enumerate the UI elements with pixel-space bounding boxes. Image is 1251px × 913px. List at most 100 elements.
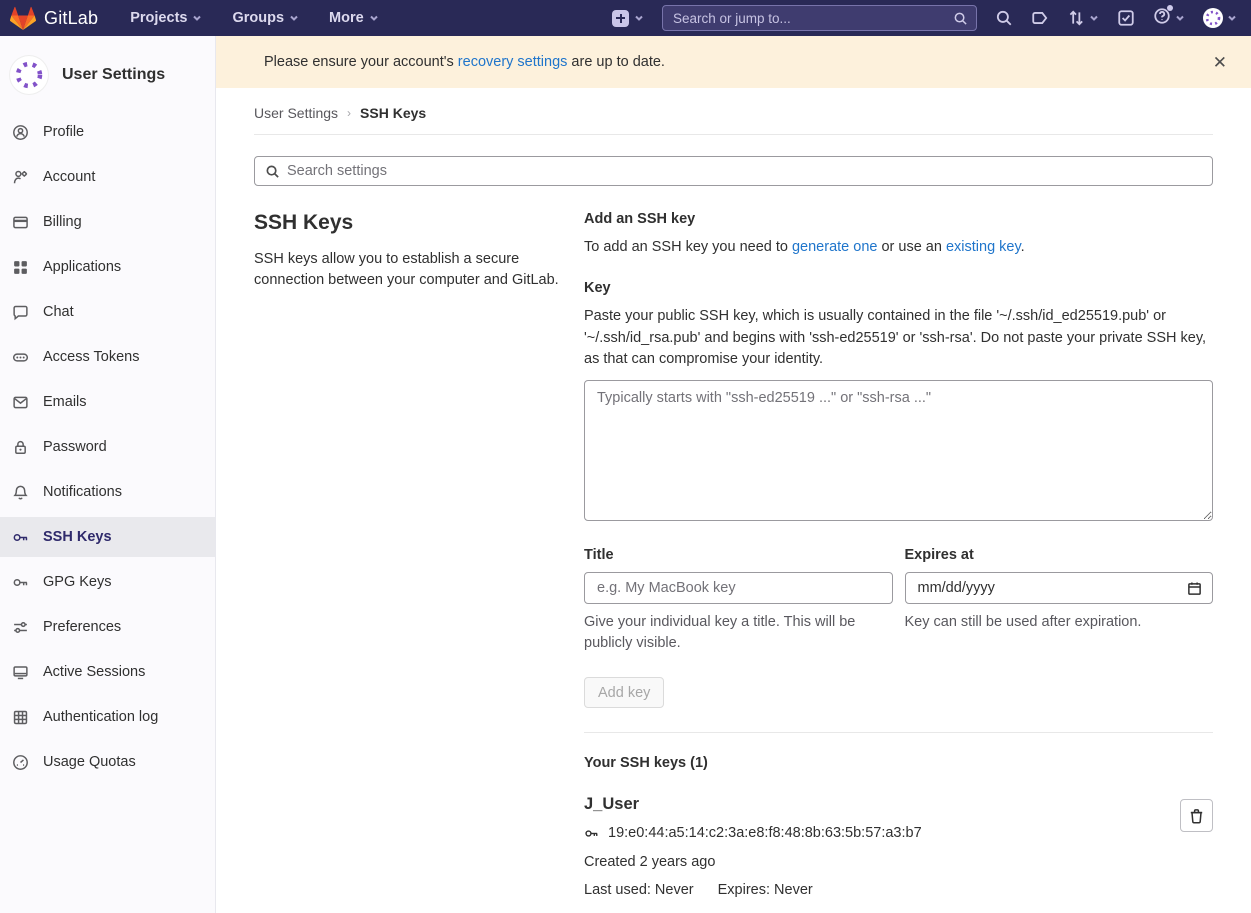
title-field-label: Title	[584, 547, 893, 563]
tanuki-icon	[10, 6, 36, 31]
chevron-right-icon: ›	[347, 106, 351, 120]
sidebar-item-applications[interactable]: Applications	[0, 247, 215, 287]
merge-request-icon	[1067, 9, 1085, 27]
ssh-key-expires: Expires: Never	[718, 882, 813, 898]
menu-more[interactable]: More	[329, 10, 379, 26]
breadcrumb-user-settings[interactable]: User Settings	[254, 105, 338, 121]
sidebar-item-preferences[interactable]: Preferences	[0, 607, 215, 647]
generate-one-link[interactable]: generate one	[792, 239, 877, 255]
menu-groups[interactable]: Groups	[232, 10, 299, 26]
ssh-key-created: Created 2 years ago	[584, 854, 1157, 870]
search-icon[interactable]	[995, 9, 1013, 27]
title-input[interactable]	[584, 572, 893, 604]
sidebar-item-active-sessions[interactable]: Active Sessions	[0, 652, 215, 692]
breadcrumb: User Settings › SSH Keys	[254, 88, 1213, 135]
expires-field-help: Key can still be used after expiration.	[905, 612, 1214, 633]
breadcrumb-current: SSH Keys	[360, 105, 426, 121]
sidebar-item-chat[interactable]: Chat	[0, 292, 215, 332]
avatar	[1203, 8, 1223, 28]
chevron-down-icon	[1089, 13, 1099, 23]
key-field-help: Paste your public SSH key, which is usua…	[584, 306, 1213, 371]
recovery-alert: Please ensure your account's recovery se…	[216, 36, 1251, 88]
divider	[584, 732, 1213, 733]
global-search[interactable]	[662, 5, 977, 31]
expires-date-input[interactable]: mm/dd/yyyy	[905, 572, 1214, 604]
alert-text: Please ensure your account's recovery se…	[264, 54, 665, 70]
chevron-down-icon	[369, 13, 379, 23]
menu-projects[interactable]: Projects	[130, 10, 202, 26]
sidebar-item-billing[interactable]: Billing	[0, 202, 215, 242]
search-icon	[265, 164, 280, 179]
top-navbar: GitLab Projects Groups More	[0, 0, 1251, 36]
notifications-icon	[12, 484, 29, 501]
billing-icon	[12, 214, 29, 231]
merge-requests-button[interactable]	[1067, 9, 1099, 27]
main-menu: Projects Groups More	[130, 10, 378, 26]
authentication-log-icon	[12, 709, 29, 726]
key-icon	[12, 529, 29, 546]
notification-dot	[1167, 5, 1173, 11]
todos-icon[interactable]	[1117, 9, 1135, 27]
settings-search-input[interactable]	[287, 163, 1202, 179]
usage-quotas-icon	[12, 754, 29, 771]
key-icon	[584, 826, 599, 841]
help-menu-button[interactable]	[1153, 7, 1185, 30]
title-field-group: Title Give your individual key a title. …	[584, 547, 893, 654]
ssh-key-fingerprint-row: 19:e0:44:a5:14:c2:3a:e8:f8:48:8b:63:5b:5…	[584, 825, 1157, 841]
user-menu-button[interactable]	[1203, 8, 1237, 28]
profile-icon	[12, 124, 29, 141]
recovery-settings-link[interactable]: recovery settings	[458, 54, 568, 70]
applications-icon	[12, 259, 29, 276]
help-icon	[1153, 7, 1171, 30]
sidebar-item-notifications[interactable]: Notifications	[0, 472, 215, 512]
gitlab-logo[interactable]: GitLab	[10, 6, 98, 31]
navbar-right	[612, 5, 1237, 31]
sidebar-item-emails[interactable]: Emails	[0, 382, 215, 422]
gitlab-wordmark: GitLab	[44, 8, 98, 29]
chevron-down-icon	[1227, 13, 1237, 23]
title-field-help: Give your individual key a title. This w…	[584, 612, 893, 654]
your-ssh-keys-heading: Your SSH keys (1)	[584, 755, 1213, 771]
ssh-key-form: Add an SSH key To add an SSH key you nee…	[584, 211, 1213, 898]
chevron-down-icon	[634, 13, 644, 23]
expires-field-group: Expires at mm/dd/yyyy Key can still be u…	[905, 547, 1214, 654]
issues-icon[interactable]	[1031, 9, 1049, 27]
ssh-key-list-item: J_User 19:e0:44:a5:14:c2:3a:e8:f8:48:8b:…	[584, 795, 1213, 898]
access-tokens-icon	[12, 349, 29, 366]
plus-icon	[612, 10, 629, 27]
ssh-key-last-used: Last used: Never	[584, 882, 694, 898]
ssh-key-title: J_User	[584, 795, 1157, 814]
sidebar-item-ssh-keys[interactable]: SSH Keys	[0, 517, 215, 557]
ssh-key-fingerprint: 19:e0:44:a5:14:c2:3a:e8:f8:48:8b:63:5b:5…	[608, 825, 922, 841]
add-ssh-key-heading: Add an SSH key	[584, 211, 1213, 227]
delete-key-button[interactable]	[1180, 799, 1213, 832]
sidebar-item-account[interactable]: Account	[0, 157, 215, 197]
active-sessions-icon	[12, 664, 29, 681]
sidebar-item-usage-quotas[interactable]: Usage Quotas	[0, 742, 215, 782]
settings-search	[254, 156, 1213, 186]
emails-icon	[12, 394, 29, 411]
sidebar-title: User Settings	[62, 66, 165, 84]
add-key-button[interactable]: Add key	[584, 677, 664, 708]
chevron-down-icon	[1175, 13, 1185, 23]
chevron-down-icon	[289, 13, 299, 23]
calendar-icon[interactable]	[1187, 581, 1202, 596]
avatar	[10, 56, 48, 94]
sidebar-item-authentication-log[interactable]: Authentication log	[0, 697, 215, 737]
new-menu-button[interactable]	[612, 10, 644, 27]
page-title: SSH Keys	[254, 211, 559, 235]
page-description: SSH keys allow you to establish a secure…	[254, 249, 559, 291]
ssh-key-textarea[interactable]	[584, 380, 1213, 521]
existing-key-link[interactable]: existing key	[946, 239, 1021, 255]
main-content: Please ensure your account's recovery se…	[216, 36, 1251, 913]
key-field-label: Key	[584, 280, 1213, 296]
sidebar-header: User Settings	[0, 48, 215, 112]
account-icon	[12, 169, 29, 186]
sidebar-item-password[interactable]: Password	[0, 427, 215, 467]
sidebar-item-profile[interactable]: Profile	[0, 112, 215, 152]
preferences-icon	[12, 619, 29, 636]
sidebar-item-gpg-keys[interactable]: GPG Keys	[0, 562, 215, 602]
global-search-input[interactable]	[673, 11, 953, 26]
close-icon[interactable]: ✕	[1209, 50, 1231, 75]
sidebar-item-access-tokens[interactable]: Access Tokens	[0, 337, 215, 377]
